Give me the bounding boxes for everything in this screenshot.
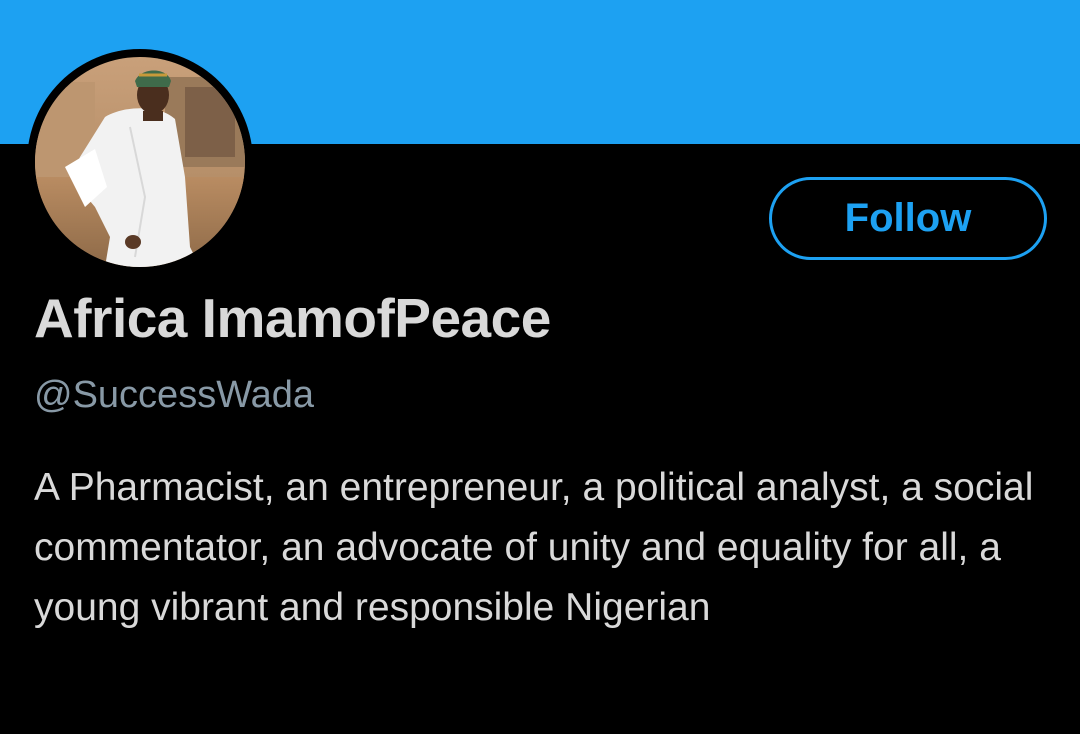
profile-bio: A Pharmacist, an entrepreneur, a politic… — [34, 466, 1034, 629]
profile-page: Follow Africa ImamofPeace @SuccessWada A… — [0, 0, 1080, 734]
follow-button[interactable]: Follow — [769, 177, 1047, 260]
avatar[interactable] — [27, 49, 253, 275]
profile-handle: @SuccessWada — [34, 374, 315, 416]
profile-display-name: Africa ImamofPeace — [34, 287, 551, 349]
avatar-photo — [35, 57, 245, 267]
